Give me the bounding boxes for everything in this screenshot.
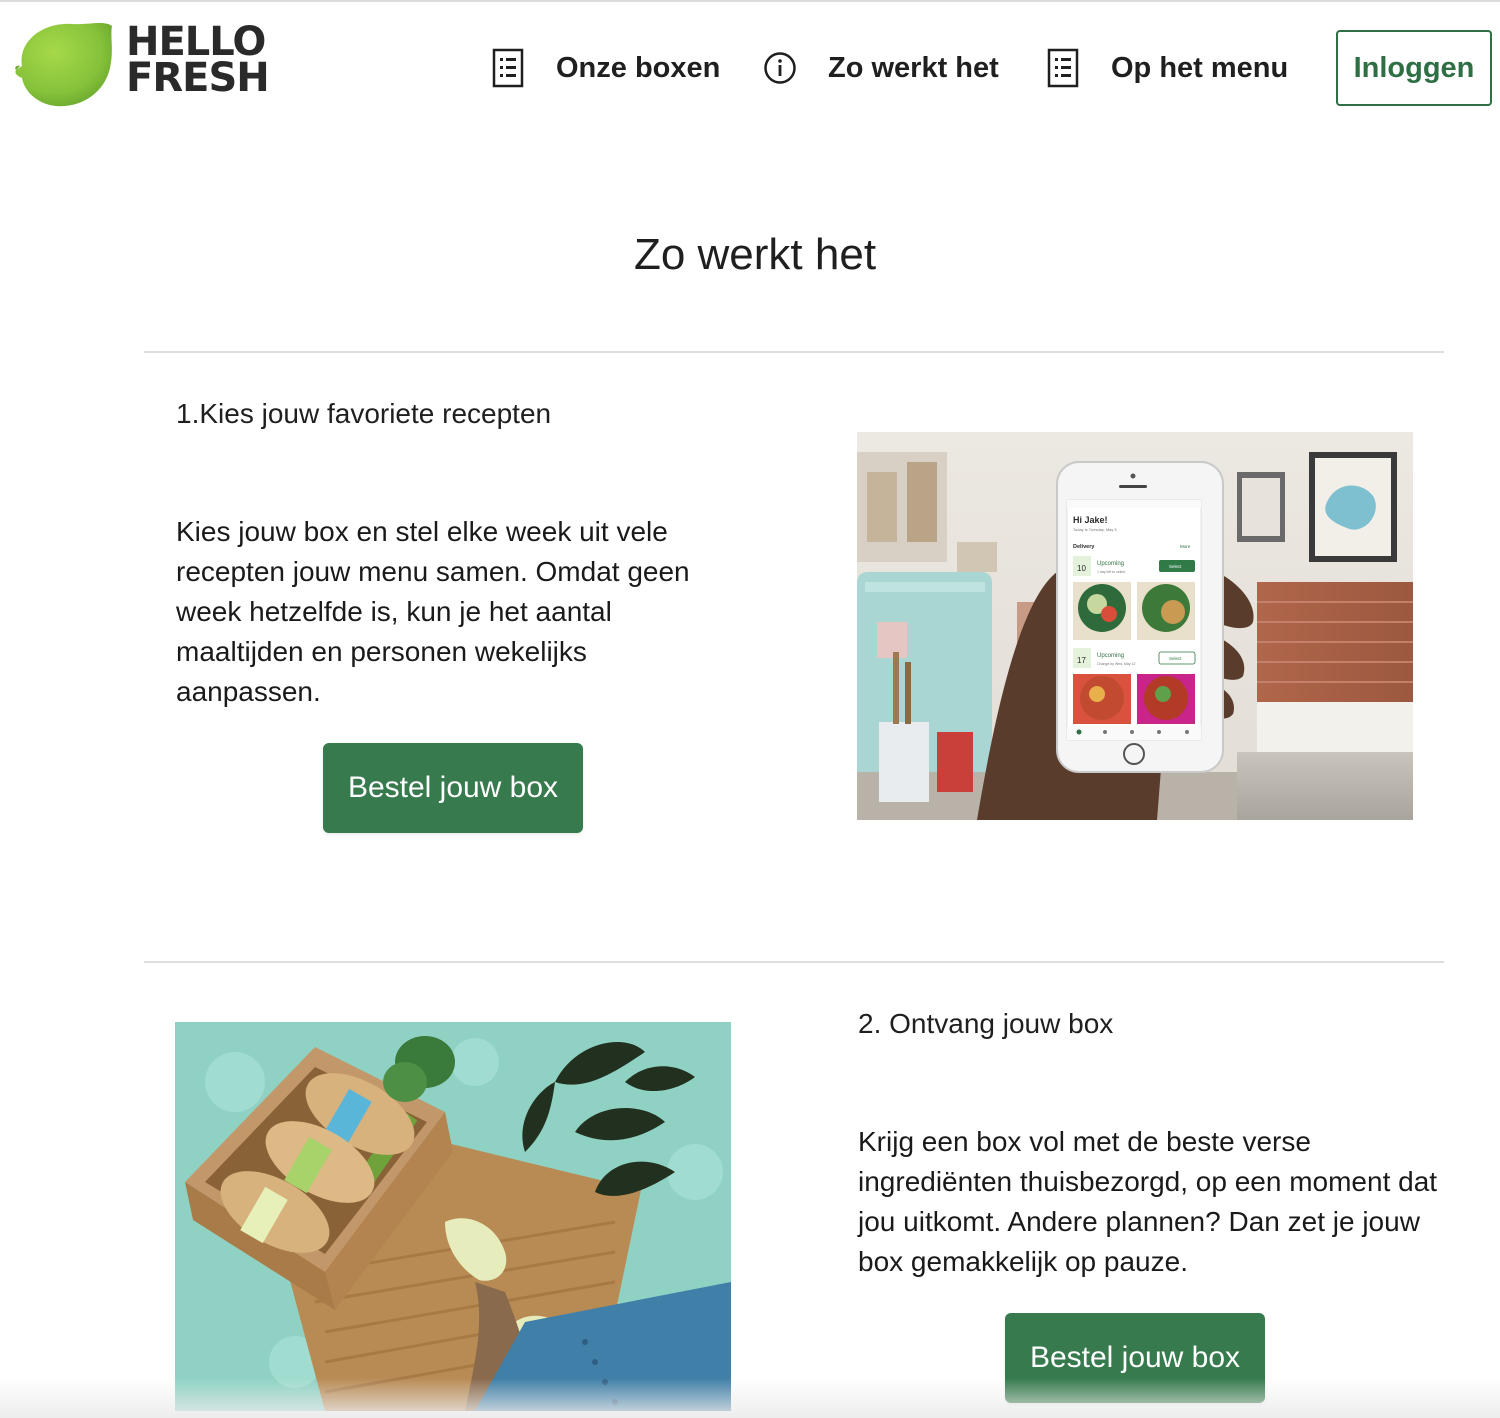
section-divider — [144, 961, 1444, 963]
app-greeting: Hi Jake! — [1073, 515, 1108, 525]
app-row-1-status: Upcoming — [1097, 561, 1124, 567]
app-subgreeting: Today is Tuesday, May 5 — [1073, 527, 1118, 532]
page-title: Zo werkt het — [633, 230, 877, 279]
delivered-box-doormat-photo — [175, 1022, 731, 1411]
logo-wordmark: HELLO FRESH — [126, 22, 270, 101]
nav-zo-werkt-het[interactable]: Zo werkt het — [762, 42, 999, 94]
menu-list-icon — [1045, 46, 1081, 90]
logo-line-2: FRESH — [126, 55, 270, 101]
app-row-1-day: 10 — [1077, 564, 1086, 573]
login-button[interactable]: Inloggen — [1336, 30, 1492, 106]
nav-label: Op het menu — [1111, 51, 1289, 84]
app-row-2-note: Change by Wed, May 12 — [1097, 662, 1136, 666]
window-bottom-edge — [0, 1378, 1500, 1418]
order-box-button[interactable]: Bestel jouw box — [323, 743, 583, 833]
app-row-2-status: Upcoming — [1097, 653, 1124, 659]
menu-list-icon — [490, 46, 526, 90]
step-1-text: Kies jouw box en stel elke week uit vele… — [176, 516, 690, 707]
info-icon — [762, 46, 798, 90]
nav-label: Onze boxen — [556, 51, 721, 84]
step-2-text: Krijg een box vol met de beste verse ing… — [858, 1126, 1438, 1277]
app-delivery-label: Delivery — [1073, 544, 1095, 550]
step-1-title: 1.Kies jouw favoriete recepten — [176, 398, 552, 429]
nav-op-het-menu[interactable]: Op het menu — [1045, 42, 1288, 94]
hellofresh-logo[interactable]: HELLO FRESH — [14, 18, 284, 110]
page: HELLO FRESH Onze boxen Zo werkt het Op h… — [0, 0, 1500, 1418]
lime-logo-icon — [15, 22, 113, 107]
nav-onze-boxen[interactable]: Onze boxen — [490, 42, 720, 94]
app-row-2-day: 17 — [1077, 656, 1086, 665]
section-divider — [144, 351, 1444, 353]
site-header: HELLO FRESH Onze boxen Zo werkt het Op h… — [0, 2, 1500, 132]
step-2-title: 2. Ontvang jouw box — [858, 1008, 1114, 1039]
app-row-1-action: Select — [1169, 564, 1182, 569]
app-row-2-action: Select — [1169, 656, 1182, 661]
app-more-link: More — [1180, 544, 1191, 549]
nav-label: Zo werkt het — [828, 51, 999, 84]
phone-app-kitchen-photo: Hi Jake! Today is Tuesday, May 5 Deliver… — [857, 432, 1413, 820]
app-row-1-note: 1 day left to select — [1097, 570, 1125, 574]
